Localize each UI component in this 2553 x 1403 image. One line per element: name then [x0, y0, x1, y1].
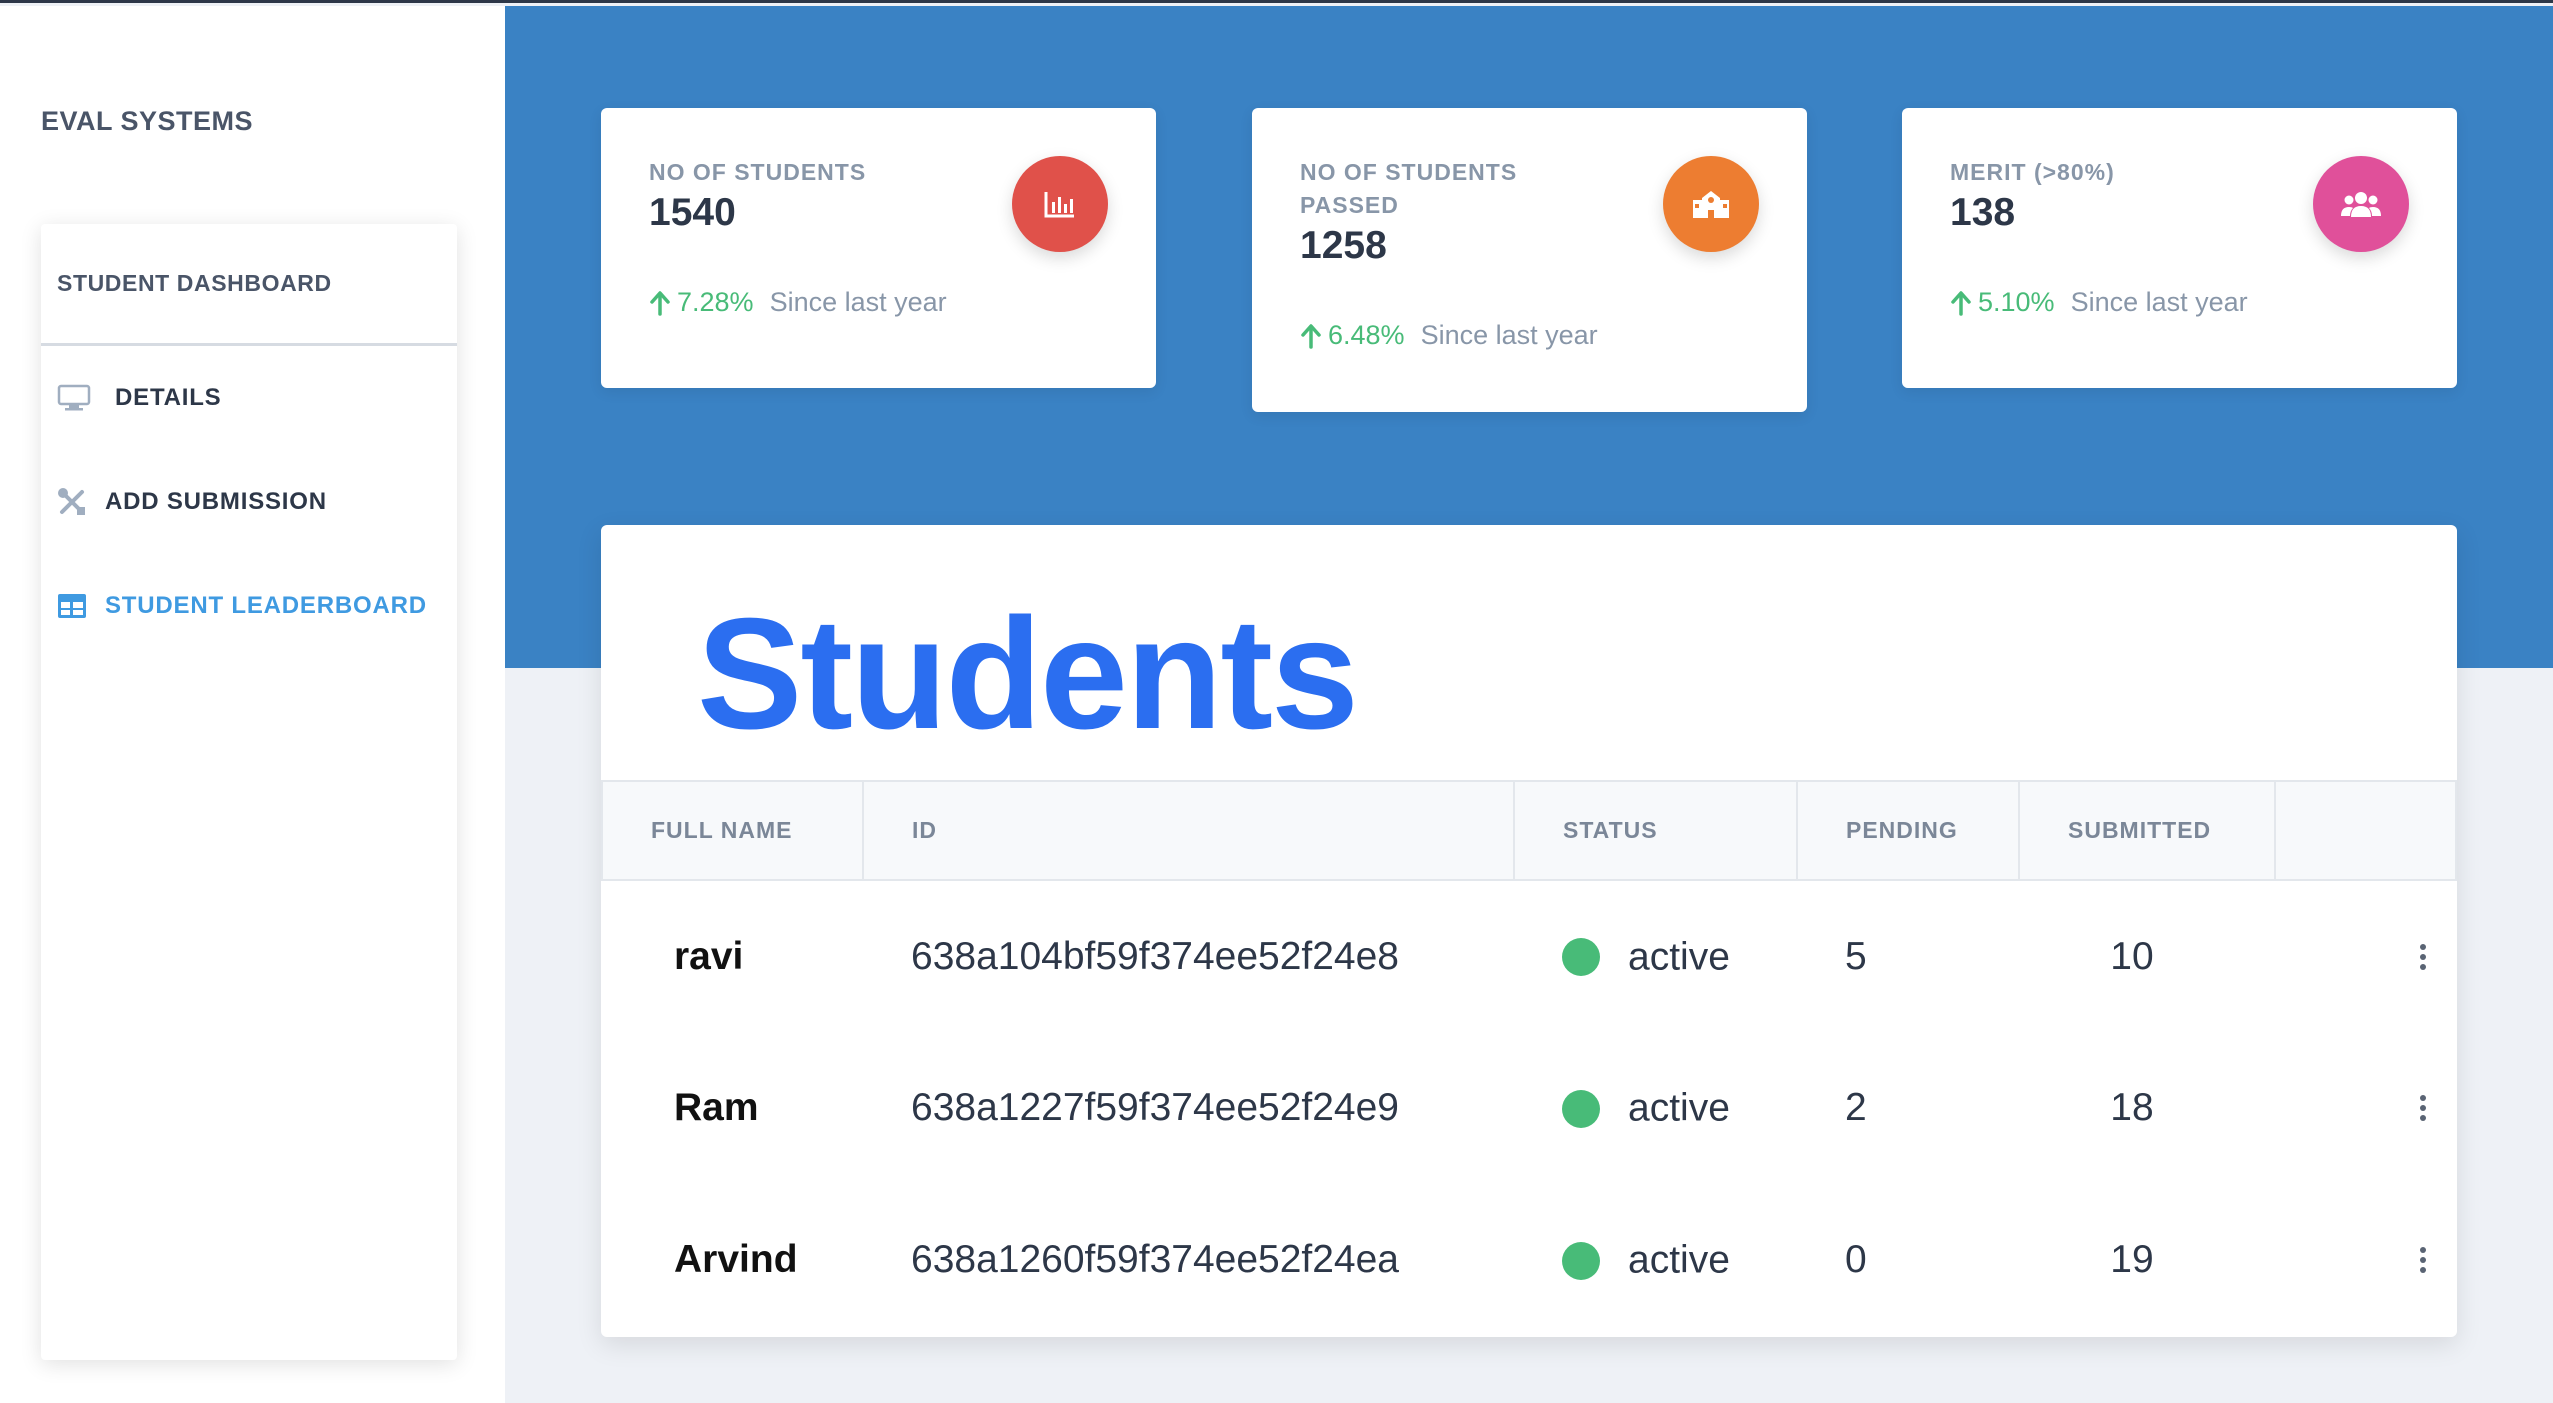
student-name: Ram [674, 1086, 759, 1129]
table-row: ravi 638a104bf59f374ee52f24e8 active 5 1… [602, 880, 2456, 1032]
student-pending: 2 [1845, 1086, 1867, 1129]
student-status: active [1514, 1184, 1797, 1336]
stat-card-passed: NO OF STUDENTS PASSED 1258 6.48% Since l… [1252, 108, 1807, 412]
more-options-icon[interactable] [2413, 1247, 2433, 1273]
stat-footer: 7.28% Since last year [649, 287, 1108, 318]
status-text: active [1628, 935, 1730, 979]
stat-change: 5.10% [1950, 287, 2055, 318]
sidebar-item-student-leaderboard[interactable]: STUDENT LEADERBOARD [41, 554, 457, 658]
stat-since: Since last year [769, 287, 947, 317]
stat-card-merit: MERIT (>80%) 138 5.10% Since last year [1902, 108, 2457, 388]
row-actions [2275, 1032, 2456, 1184]
student-submitted: 19 [2110, 1238, 2154, 1281]
sidebar-item-add-submission[interactable]: ADD SUBMISSION [41, 450, 457, 554]
stat-change: 7.28% [649, 287, 754, 318]
stat-footer: 6.48% Since last year [1300, 320, 1759, 351]
student-id: 638a1260f59f374ee52f24ea [911, 1238, 1399, 1281]
students-table: FULL NAME ID STATUS PENDING SUBMITTED ra… [601, 780, 2457, 1336]
student-name: ravi [674, 934, 744, 978]
sidebar-nav: STUDENT DASHBOARD DETAILS ADD SUBMISSION… [41, 224, 457, 1360]
table-header-row: FULL NAME ID STATUS PENDING SUBMITTED [601, 780, 2457, 881]
column-header-full-name: FULL NAME [601, 780, 864, 881]
student-pending: 5 [1845, 934, 1867, 978]
student-pending: 0 [1845, 1238, 1867, 1281]
school-icon [1663, 156, 1759, 252]
stat-label: MERIT (>80%) [1950, 159, 2115, 185]
column-header-status: STATUS [1513, 780, 1798, 881]
stat-change-value: 6.48% [1328, 320, 1405, 350]
table-row: Ram 638a1227f59f374ee52f24e9 active 2 18 [602, 1032, 2456, 1184]
table-row: Arvind 638a1260f59f374ee52f24ea active 0… [602, 1184, 2456, 1336]
column-header-actions [2274, 780, 2457, 881]
sidebar-item-label: DETAILS [115, 384, 222, 411]
status-dot [1562, 1241, 1600, 1280]
student-submitted: 10 [2110, 934, 2154, 978]
arrow-up-icon [650, 290, 670, 316]
student-id: 638a104bf59f374ee52f24e8 [911, 934, 1399, 978]
more-options-icon[interactable] [2413, 943, 2433, 970]
status-text: active [1628, 1238, 1730, 1282]
tools-icon [57, 487, 105, 517]
users-icon [2313, 156, 2409, 252]
nav-heading: STUDENT DASHBOARD [41, 224, 457, 346]
status-dot [1562, 938, 1600, 977]
sidebar-item-label: ADD SUBMISSION [105, 488, 327, 515]
student-id: 638a1227f59f374ee52f24e9 [911, 1086, 1399, 1129]
row-actions [2275, 1184, 2456, 1336]
stat-change-value: 5.10% [1978, 287, 2055, 317]
stat-since: Since last year [1420, 320, 1598, 350]
row-actions [2275, 880, 2456, 1032]
bar-chart-icon [1012, 156, 1108, 252]
monitor-icon [57, 384, 105, 412]
student-name: Arvind [674, 1238, 798, 1281]
sidebar-item-details[interactable]: DETAILS [41, 346, 457, 450]
column-header-id: ID [862, 780, 1515, 881]
column-header-pending: PENDING [1796, 780, 2020, 881]
students-table-card: Students FULL NAME ID STATUS PENDING SUB… [601, 525, 2457, 1337]
stat-label: NO OF STUDENTS PASSED [1300, 159, 1518, 218]
stat-label: NO OF STUDENTS [649, 159, 867, 185]
more-options-icon[interactable] [2413, 1095, 2433, 1121]
brand-title: EVAL SYSTEMS [41, 106, 254, 136]
stat-change-value: 7.28% [677, 287, 754, 317]
arrow-up-icon [1951, 290, 1971, 316]
student-submitted: 18 [2110, 1086, 2154, 1129]
stat-card-students: NO OF STUDENTS 1540 7.28% Since last yea… [601, 108, 1156, 388]
stat-change: 6.48% [1300, 320, 1405, 351]
sidebar: EVAL SYSTEMS STUDENT DASHBOARD DETAILS A… [0, 6, 505, 1403]
stat-since: Since last year [2070, 287, 2248, 317]
table-icon [57, 593, 105, 619]
status-dot [1562, 1089, 1600, 1128]
arrow-up-icon [1301, 323, 1321, 349]
student-status: active [1514, 880, 1797, 1032]
table-title: Students [697, 586, 1359, 762]
stat-footer: 5.10% Since last year [1950, 287, 2409, 318]
sidebar-item-label: STUDENT LEADERBOARD [105, 592, 427, 619]
column-header-submitted: SUBMITTED [2018, 780, 2276, 881]
status-text: active [1628, 1086, 1730, 1130]
student-status: active [1514, 1032, 1797, 1184]
